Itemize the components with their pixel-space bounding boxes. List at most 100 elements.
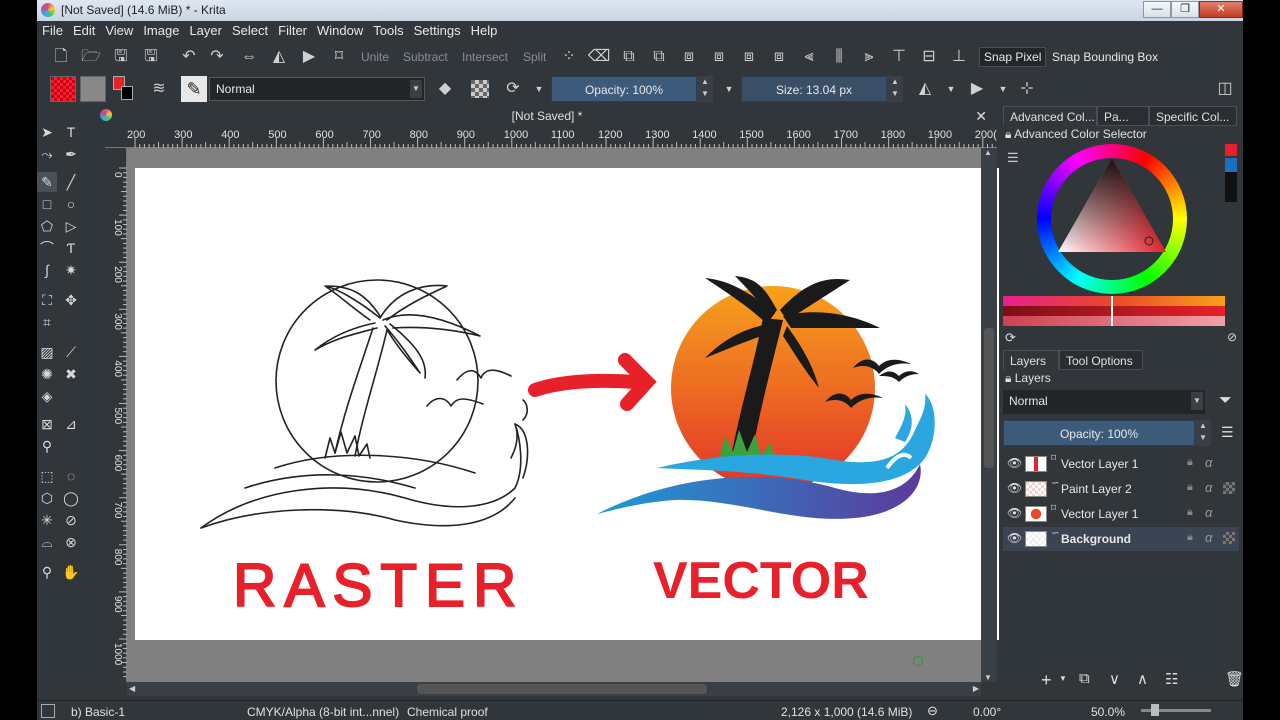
inherit-alpha-icon[interactable] (1223, 482, 1235, 494)
close-button[interactable]: ✕ (1199, 1, 1243, 18)
proof-label[interactable]: Chemical proof (407, 705, 488, 719)
layer-name[interactable]: Vector Layer 1 (1061, 507, 1138, 521)
layer-menu-icon[interactable]: ☰ (1221, 424, 1234, 441)
rotation-value[interactable]: 0.00° (973, 705, 1001, 719)
line-tool-icon[interactable]: ╱ (61, 172, 81, 192)
opacity-spin-icon[interactable]: ▲ ▼ (697, 76, 713, 102)
menu-file[interactable]: File (37, 21, 68, 40)
bezier-tool-icon[interactable]: ⌒ (37, 238, 57, 258)
delete-layer-icon[interactable]: 🗑︎ (1225, 670, 1243, 688)
similar-select-icon[interactable]: ⊘ (61, 510, 81, 530)
inherit-alpha-icon[interactable] (1223, 532, 1235, 544)
canvas[interactable]: RASTER VECTOR (135, 168, 1009, 640)
duplicate-layer-icon[interactable]: ⧉ (1079, 670, 1090, 687)
filter-icon[interactable]: ⏷ (1219, 392, 1232, 410)
workspace-icon[interactable]: ◫ (1213, 77, 1237, 101)
scroll-left-icon[interactable]: ◀ (129, 684, 135, 693)
visibility-eye-icon[interactable]: 👁︎ (1007, 531, 1022, 545)
menu-view[interactable]: View (100, 21, 138, 40)
menu-tools[interactable]: Tools (368, 21, 408, 40)
zoom-tool-icon[interactable]: ⚲ (37, 562, 57, 582)
polygon-select-icon[interactable]: ⬡ (37, 488, 57, 508)
tab-advanced-color[interactable]: Advanced Col... (1003, 106, 1097, 126)
select-shapes-icon[interactable]: ➤ (37, 122, 57, 142)
zoom-slider-handle[interactable] (1151, 704, 1159, 716)
open-document-icon[interactable]: 🗁 (79, 45, 103, 69)
menu-layer[interactable]: Layer (184, 21, 227, 40)
smart-patch-icon[interactable]: ✖ (61, 364, 81, 384)
vertical-scrollbar[interactable]: ▲ ▼ (981, 148, 997, 682)
blend-mode-select[interactable]: Normal ▼ (209, 77, 425, 101)
gradient-preset-icon[interactable] (50, 76, 76, 102)
bezier-select-icon[interactable]: ⌓ (37, 532, 57, 552)
move-layer-down-icon[interactable]: ∨ (1109, 670, 1120, 688)
lower-icon[interactable]: ⧈ (707, 45, 731, 69)
menu-select[interactable]: Select (227, 21, 273, 40)
document-tab[interactable]: [Not Saved] * ✕ (97, 106, 997, 126)
scroll-up-icon[interactable]: ▲ (984, 148, 992, 157)
colorize-mask-icon[interactable]: ✺ (37, 364, 57, 384)
flip-icon[interactable]: ⇔ (237, 45, 261, 69)
subtract-button[interactable]: Subtract (403, 50, 448, 64)
color-history-swatch[interactable] (1225, 144, 1237, 156)
layer-lock-icon[interactable]: 🔒︎ (1187, 506, 1193, 519)
menu-filter[interactable]: Filter (273, 21, 312, 40)
opacity-slider[interactable]: Opacity: 100% (551, 76, 697, 102)
freehand-brush-icon[interactable]: ✎ (37, 172, 57, 192)
multibrush-icon[interactable]: ✷ (61, 260, 81, 280)
path-split-icon[interactable]: ⁘ (557, 45, 581, 69)
layer-opacity-slider[interactable]: Opacity: 100% (1003, 420, 1195, 446)
layer-row[interactable]: 👁︎ ∽ Background 🔒︎ α (1003, 527, 1239, 551)
color-slider-value[interactable] (1003, 316, 1225, 326)
ungroup-icon[interactable]: ⧉ (647, 45, 671, 69)
brush-preset-icon[interactable]: ✎ (181, 76, 207, 102)
visibility-eye-icon[interactable]: 👁︎ (1007, 481, 1022, 495)
fill-tool-icon[interactable]: ◈ (37, 386, 57, 406)
close-document-icon[interactable]: ✕ (975, 108, 987, 125)
layer-name[interactable]: Paint Layer 2 (1061, 482, 1132, 496)
menu-window[interactable]: Window (312, 21, 368, 40)
layer-lock-icon[interactable]: 🔒︎ (1187, 456, 1193, 469)
canvas-viewport[interactable]: RASTER VECTOR (127, 148, 1009, 682)
polygon-tool-icon[interactable]: ⬠ (37, 216, 57, 236)
calligraphy-icon[interactable]: ✒ (61, 144, 81, 164)
add-layer-icon[interactable]: + (1041, 670, 1052, 691)
mirror-vertical-paint-icon[interactable]: ▶ (965, 77, 989, 101)
transform-tool-icon[interactable]: ⛶ (37, 290, 57, 310)
color-picker-icon[interactable]: ⟋ (61, 342, 81, 362)
color-space-label[interactable]: CMYK/Alpha (8-bit int...nnel) (247, 705, 399, 719)
contiguous-select-icon[interactable]: ✳ (37, 510, 57, 530)
reference-images-icon[interactable]: ⚲ (37, 436, 57, 456)
redo-icon[interactable]: ↷ (205, 45, 229, 69)
mirror-vertical-icon[interactable]: ▶ (297, 45, 321, 69)
layer-lock-icon[interactable]: 🔒︎ (1187, 481, 1193, 494)
brush-preview-icon[interactable] (41, 704, 55, 718)
polyline-tool-icon[interactable]: ▷ (61, 216, 81, 236)
color-slider-saturation[interactable] (1003, 306, 1225, 316)
send-to-back-icon[interactable]: ⧈ (767, 45, 791, 69)
layer-blend-mode-select[interactable]: Normal ▼ (1003, 390, 1205, 414)
pattern-preset-icon[interactable] (80, 76, 106, 102)
align-right-icon[interactable]: ⫸ (857, 45, 881, 69)
opacity-menu-chevron-icon[interactable]: ▼ (717, 77, 741, 101)
refresh-icon[interactable]: ⟳ (1005, 330, 1016, 346)
save-icon[interactable]: 🖫 (109, 45, 133, 69)
move-layer-up-icon[interactable]: ∧ (1137, 670, 1148, 688)
scroll-down-icon[interactable]: ▼ (984, 673, 992, 682)
add-layer-chevron-icon[interactable]: ▼ (1059, 674, 1067, 683)
zoom-value[interactable]: 50.0% (1091, 705, 1125, 719)
mirror-horizontal-paint-icon[interactable]: ◭ (913, 77, 937, 101)
split-button[interactable]: Split (523, 50, 546, 64)
alpha-lock-icon[interactable]: α (1205, 480, 1212, 495)
align-top-icon[interactable]: ⊤ (887, 45, 911, 69)
snap-pixel-toggle[interactable]: Snap Pixel (979, 47, 1047, 67)
reload-preset-icon[interactable]: ⟳ (501, 77, 525, 101)
maximize-button[interactable]: ❐ (1171, 1, 1199, 18)
menu-edit[interactable]: Edit (68, 21, 100, 40)
raise-icon[interactable]: ⧈ (677, 45, 701, 69)
size-spin-icon[interactable]: ▲ ▼ (887, 76, 903, 102)
layer-name[interactable]: Vector Layer 1 (1061, 457, 1138, 471)
align-left-icon[interactable]: ⫷ (797, 45, 821, 69)
group-icon[interactable]: ⧉ (617, 45, 641, 69)
new-document-icon[interactable]: 🗋 (49, 45, 73, 69)
